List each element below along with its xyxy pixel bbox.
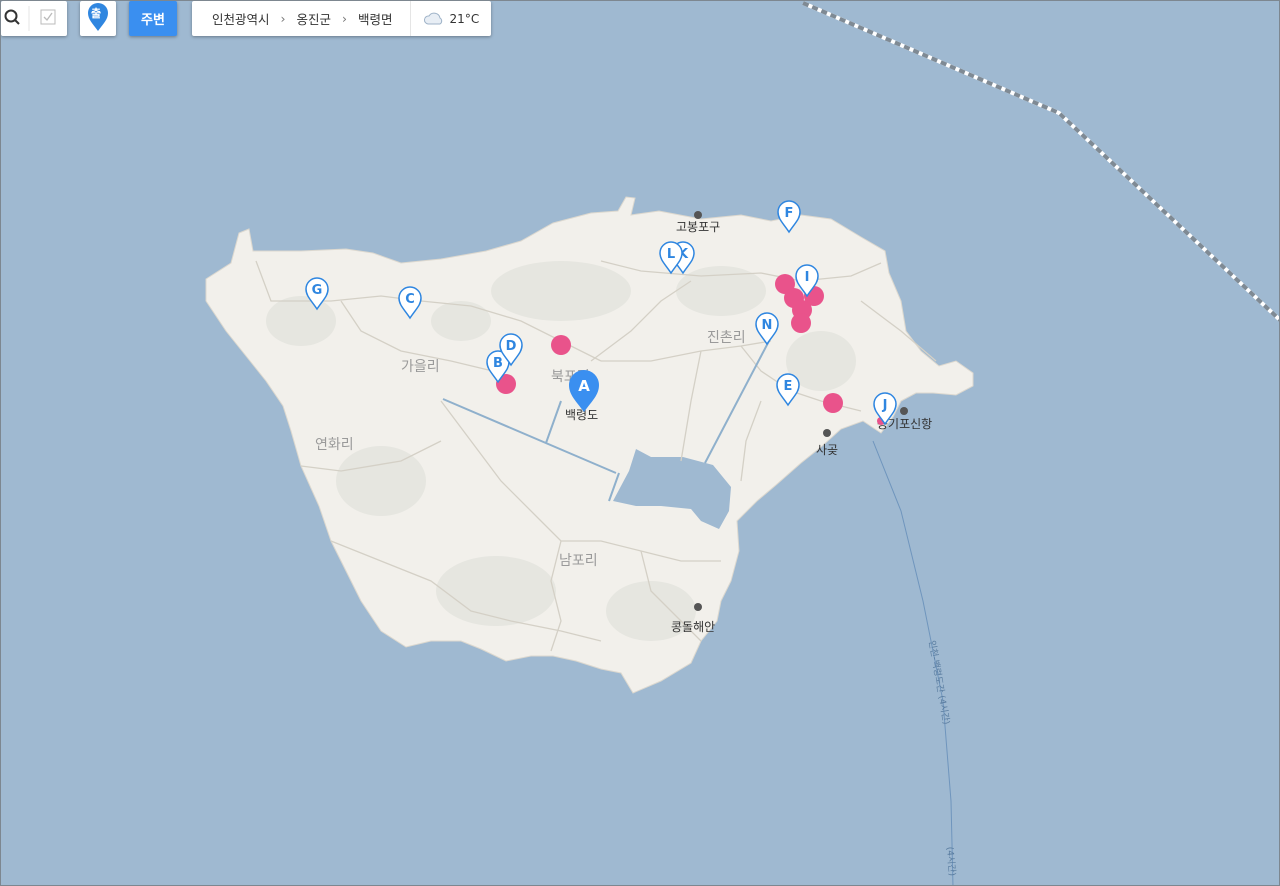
nearby-button[interactable]: 주변 [129,1,177,36]
place-label-yeonhwa: 연화리 [315,437,354,453]
port-icon [694,211,702,219]
marker-pin-label: C [405,292,415,307]
temperature: 21°C [449,11,480,26]
search-icon [4,9,18,23]
poi-label-sagot: 사곶 [816,443,838,457]
map-canvas[interactable]: 인천-백령도간 (4시간) (4시간) 가을리 북포리 연화리 진촌리 남포리 … [1,1,1280,886]
chevron-right-icon: › [280,11,286,26]
svg-text:A: A [578,377,590,395]
marker-pin-label: E [784,379,793,394]
place-label-nampo: 남포리 [559,553,598,569]
beach-icon [823,429,831,437]
marker-button[interactable]: 출 [80,1,116,36]
breadcrumb-item-county[interactable]: 옹진군 [297,9,332,28]
breadcrumb-item-city[interactable]: 인천광역시 [212,9,270,28]
poi-label-baengnyeongdo: 백령도 [565,408,598,422]
marker-pin-label: I [805,270,810,285]
poi-label-kongdol: 콩돌해안 [671,620,715,634]
place-label-gabul: 가을리 [401,359,440,375]
port-icon [900,407,908,415]
breadcrumb-item-town[interactable]: 백령면 [358,9,393,28]
cloud-icon [423,12,442,24]
poi-label-gobongpogu: 고봉포구 [676,220,720,234]
marker-pin-label: F [785,206,794,221]
map-frame: 인천-백령도간 (4시간) (4시간) 가을리 북포리 연화리 진촌리 남포리 … [0,0,1280,886]
marker-pin-label: N [762,318,773,333]
marker-pin-label: G [312,283,323,298]
marker-pin-label: D [506,339,517,354]
place-label-jinchon: 진촌리 [707,330,746,346]
search-box[interactable] [1,1,67,36]
marker-pin-label: B [493,356,503,371]
chevron-right-icon: › [342,11,348,26]
marker-button-label: 출 [91,7,102,20]
beach-icon [694,603,702,611]
marker-pin-label: L [667,247,675,262]
check-icon [40,9,56,25]
marker-pin-label: J [882,398,888,413]
breadcrumb: 인천광역시 › 옹진군 › 백령면 21°C [192,1,491,36]
